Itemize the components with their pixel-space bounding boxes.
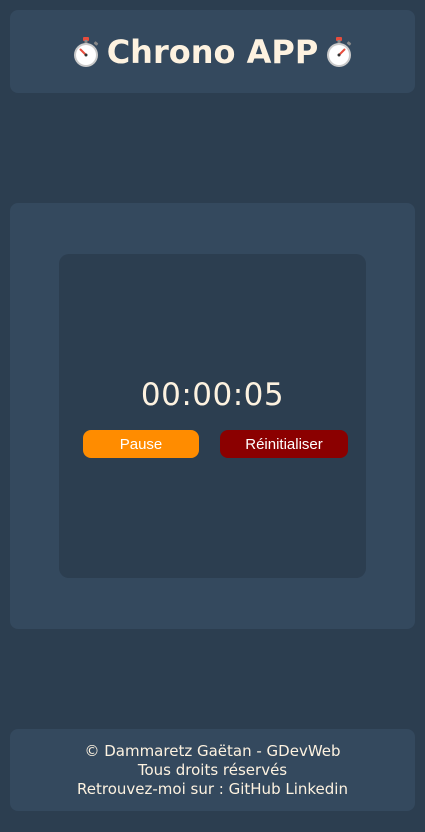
page-footer: © Dammaretz Gaëtan - GDevWeb Tous droits… <box>10 729 415 811</box>
timer-section: 00:00:05 Pause Réinitialiser <box>10 203 415 629</box>
linkedin-link[interactable]: Linkedin <box>285 780 348 798</box>
copyright-text: © Dammaretz Gaëtan - GDevWeb <box>84 741 341 760</box>
app-header: Chrono APP <box>10 10 415 93</box>
timer-display: 00:00:05 <box>140 377 285 413</box>
stopwatch-icon <box>327 36 352 67</box>
social-line: Retrouvez-moi sur : GitHub Linkedin <box>77 780 348 799</box>
rights-text: Tous droits réservés <box>137 760 288 779</box>
pause-button[interactable]: Pause <box>83 430 199 458</box>
app-title: Chrono APP <box>106 32 319 71</box>
find-me-label: Retrouvez-moi sur : <box>77 779 224 798</box>
github-link[interactable]: GitHub <box>229 780 281 798</box>
timer-card: 00:00:05 Pause Réinitialiser <box>59 254 366 578</box>
reset-button[interactable]: Réinitialiser <box>220 430 348 458</box>
stopwatch-icon <box>73 36 98 67</box>
